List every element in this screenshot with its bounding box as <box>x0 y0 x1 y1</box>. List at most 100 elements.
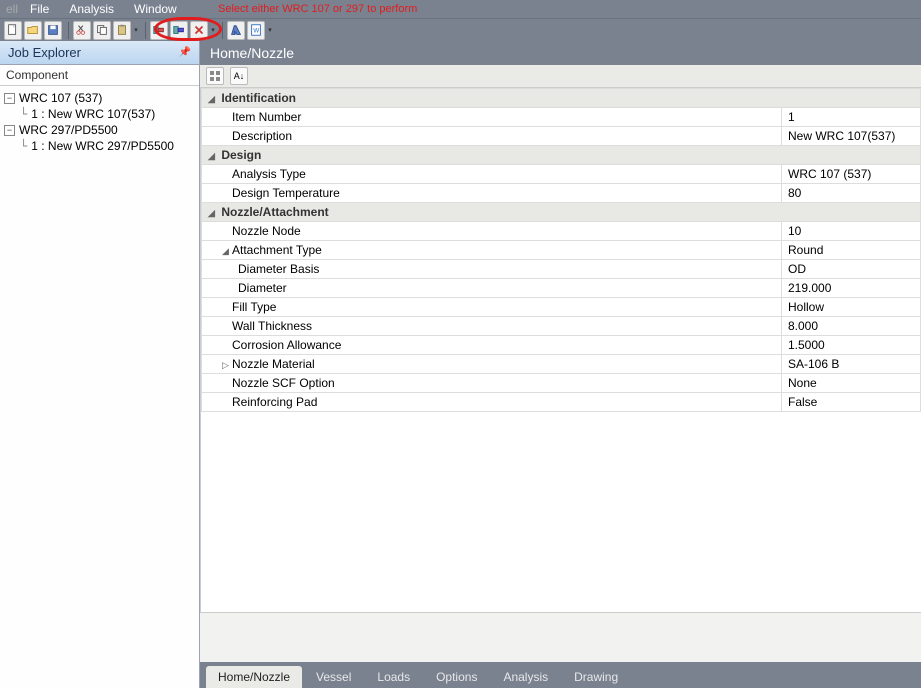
toolbar-dropdown-1[interactable]: ▾ <box>133 22 139 39</box>
expand-icon[interactable]: ◢ <box>208 151 218 162</box>
cut-button[interactable] <box>73 21 91 40</box>
property-label: Description <box>202 127 782 146</box>
tab-home-nozzle[interactable]: Home/Nozzle <box>206 666 302 688</box>
property-label: Nozzle Node <box>202 222 782 241</box>
tree-child[interactable]: └ 1 : New WRC 107(537) <box>0 106 199 122</box>
tree-node[interactable]: − WRC 297/PD5500 <box>0 122 199 138</box>
toolbar-dropdown-2[interactable]: ▾ <box>210 22 216 39</box>
property-label: Fill Type <box>202 298 782 317</box>
tab-drawing[interactable]: Drawing <box>562 666 630 688</box>
collapse-icon[interactable]: − <box>4 125 15 136</box>
content-title: Home/Nozzle <box>200 41 921 65</box>
property-label: Diameter <box>202 279 782 298</box>
alphabetical-button[interactable]: A↓ <box>230 67 248 85</box>
run-analysis-button[interactable] <box>227 21 245 40</box>
property-row[interactable]: Diameter219.000 <box>202 279 921 298</box>
report-button[interactable]: W <box>247 21 265 40</box>
bottom-tabs: Home/NozzleVesselLoadsOptionsAnalysisDra… <box>200 662 921 688</box>
property-value[interactable]: New WRC 107(537) <box>782 127 921 146</box>
property-value[interactable]: 80 <box>782 184 921 203</box>
property-row[interactable]: Reinforcing PadFalse <box>202 393 921 412</box>
property-label: ▷Nozzle Material <box>202 355 782 374</box>
property-value[interactable]: 10 <box>782 222 921 241</box>
property-label: ◢Attachment Type <box>202 241 782 260</box>
content-panel: Home/Nozzle A↓ ◢ IdentificationItem Numb… <box>200 41 921 688</box>
menubar: ell File Analysis Window <box>0 0 921 18</box>
tab-analysis[interactable]: Analysis <box>491 666 560 688</box>
menu-prefix: ell <box>6 2 18 16</box>
property-value[interactable]: False <box>782 393 921 412</box>
save-button[interactable] <box>44 21 62 40</box>
property-label: Design Temperature <box>202 184 782 203</box>
property-row[interactable]: Nozzle Node10 <box>202 222 921 241</box>
expand-icon[interactable]: ◢ <box>222 246 232 257</box>
menu-analysis[interactable]: Analysis <box>59 2 124 16</box>
tab-options[interactable]: Options <box>424 666 489 688</box>
main-area: Job Explorer 📌 Component − WRC 107 (537)… <box>0 41 921 688</box>
property-row[interactable]: Analysis TypeWRC 107 (537) <box>202 165 921 184</box>
pin-icon[interactable]: 📌 <box>179 47 191 58</box>
property-row[interactable]: Diameter BasisOD <box>202 260 921 279</box>
property-row[interactable]: Design Temperature80 <box>202 184 921 203</box>
property-value[interactable]: OD <box>782 260 921 279</box>
tree-node-label: WRC 297/PD5500 <box>19 123 118 137</box>
property-row[interactable]: Corrosion Allowance1.5000 <box>202 336 921 355</box>
property-row[interactable]: DescriptionNew WRC 107(537) <box>202 127 921 146</box>
expand-icon[interactable]: ◢ <box>208 94 218 105</box>
property-row[interactable]: ◢Attachment TypeRound <box>202 241 921 260</box>
tab-vessel[interactable]: Vessel <box>304 666 363 688</box>
property-value[interactable]: SA-106 B <box>782 355 921 374</box>
tab-loads[interactable]: Loads <box>365 666 422 688</box>
menu-window[interactable]: Window <box>124 2 187 16</box>
new-button[interactable] <box>4 21 22 40</box>
open-button[interactable] <box>24 21 42 40</box>
toolbar-separator <box>145 22 146 39</box>
collapse-icon[interactable]: − <box>4 93 15 104</box>
tree-child-label: 1 : New WRC 297/PD5500 <box>31 139 174 153</box>
delete-button[interactable] <box>190 21 208 40</box>
property-row[interactable]: Item Number1 <box>202 108 921 127</box>
tree-child[interactable]: └ 1 : New WRC 297/PD5500 <box>0 138 199 154</box>
property-toolbar: A↓ <box>200 65 921 88</box>
property-label: Nozzle SCF Option <box>202 374 782 393</box>
property-value[interactable]: None <box>782 374 921 393</box>
component-label: Component <box>0 65 199 86</box>
property-value[interactable]: 8.000 <box>782 317 921 336</box>
overlay-hint: Select either WRC 107 or 297 to perform <box>218 3 417 15</box>
property-category[interactable]: ◢ Design <box>202 146 921 165</box>
property-row[interactable]: ▷Nozzle MaterialSA-106 B <box>202 355 921 374</box>
tree: − WRC 107 (537) └ 1 : New WRC 107(537) −… <box>0 86 199 158</box>
property-label: Wall Thickness <box>202 317 782 336</box>
toolbar-separator <box>222 22 223 39</box>
job-explorer-panel: Job Explorer 📌 Component − WRC 107 (537)… <box>0 41 200 688</box>
property-category[interactable]: ◢ Nozzle/Attachment <box>202 203 921 222</box>
description-pane <box>200 612 921 662</box>
toolbar-dropdown-3[interactable]: ▾ <box>267 22 273 39</box>
tree-child-label: 1 : New WRC 107(537) <box>31 107 155 121</box>
wrc107-button[interactable] <box>150 21 168 40</box>
property-label: Diameter Basis <box>202 260 782 279</box>
property-value[interactable]: 219.000 <box>782 279 921 298</box>
property-value[interactable]: Round <box>782 241 921 260</box>
property-grid: ◢ IdentificationItem Number1DescriptionN… <box>200 88 921 612</box>
expand-icon[interactable]: ▷ <box>222 360 232 371</box>
property-value[interactable]: WRC 107 (537) <box>782 165 921 184</box>
menu-file[interactable]: File <box>20 2 59 16</box>
property-category[interactable]: ◢ Identification <box>202 89 921 108</box>
property-label: Item Number <box>202 108 782 127</box>
tree-node-label: WRC 107 (537) <box>19 91 102 105</box>
paste-button[interactable] <box>113 21 131 40</box>
wrc297-button[interactable] <box>170 21 188 40</box>
property-row[interactable]: Fill TypeHollow <box>202 298 921 317</box>
expand-icon[interactable]: ◢ <box>208 208 218 219</box>
property-value[interactable]: 1 <box>782 108 921 127</box>
property-value[interactable]: Hollow <box>782 298 921 317</box>
property-row[interactable]: Nozzle SCF OptionNone <box>202 374 921 393</box>
property-label: Analysis Type <box>202 165 782 184</box>
toolbar-separator <box>68 22 69 39</box>
property-value[interactable]: 1.5000 <box>782 336 921 355</box>
categorized-button[interactable] <box>206 67 224 85</box>
property-row[interactable]: Wall Thickness8.000 <box>202 317 921 336</box>
copy-button[interactable] <box>93 21 111 40</box>
tree-node[interactable]: − WRC 107 (537) <box>0 90 199 106</box>
